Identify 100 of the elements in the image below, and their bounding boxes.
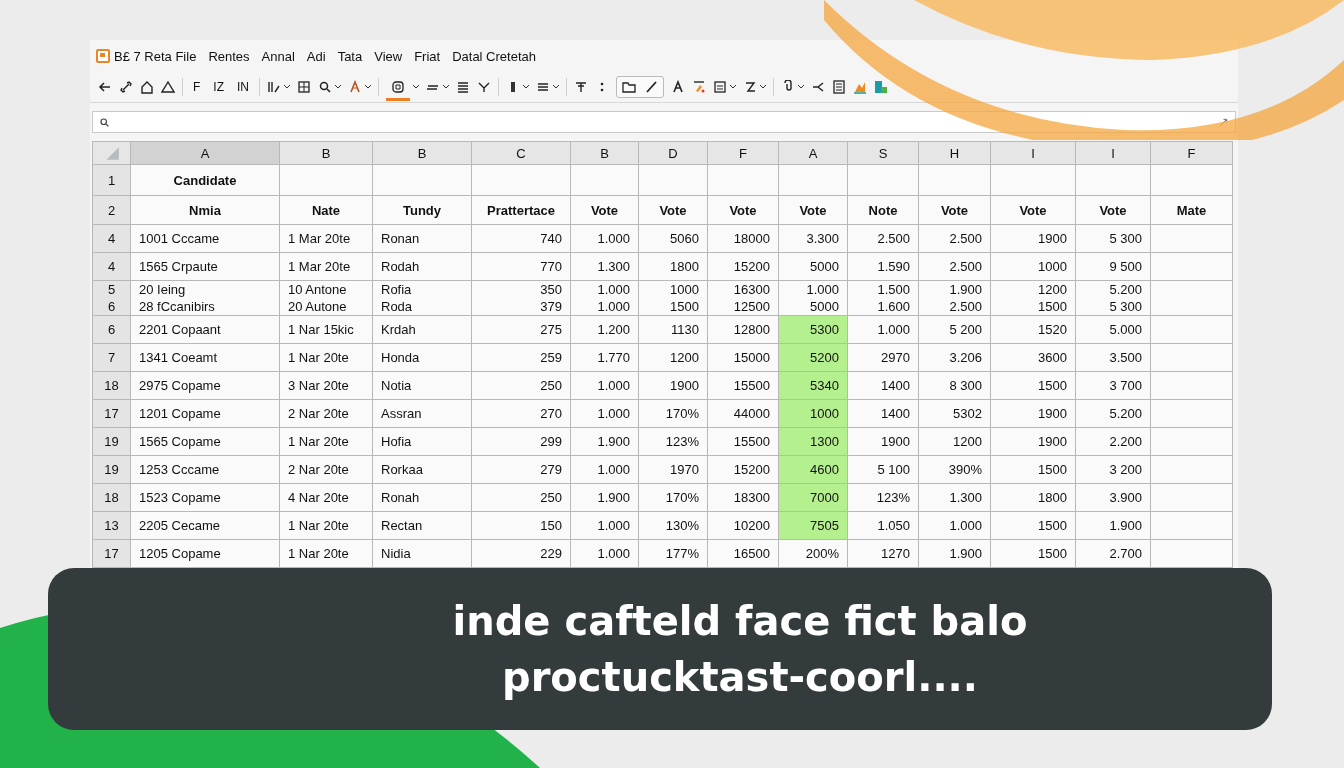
row-header[interactable]: 18 [92, 371, 131, 400]
highlight-icon[interactable] [692, 80, 706, 94]
back-arrow-icon[interactable] [98, 80, 112, 94]
table-cell: 5000 [778, 252, 848, 281]
table-cell: 5.200 [1075, 399, 1151, 428]
caret-icon[interactable] [760, 85, 766, 89]
table-cell: 1900 [638, 371, 708, 400]
table-cell: 350 379 [471, 280, 571, 316]
tool-group[interactable] [616, 76, 664, 98]
column-header[interactable]: C [471, 141, 571, 165]
column-header[interactable]: S [847, 141, 919, 165]
table-cell: 1.900 [918, 539, 991, 568]
toolbar-button[interactable]: IZ [210, 80, 227, 94]
row-header[interactable]: 17 [92, 539, 131, 568]
row-header[interactable]: 13 [92, 511, 131, 540]
caret-icon[interactable] [730, 85, 736, 89]
table-cell: 1001 Cccame [130, 224, 280, 253]
pen-icon[interactable] [644, 80, 658, 94]
column-header[interactable]: I [1075, 141, 1151, 165]
row-header[interactable]: 17 [92, 399, 131, 428]
row-header[interactable]: 7 [92, 343, 131, 372]
menu-item[interactable]: Friat [414, 48, 441, 64]
caret-icon[interactable] [553, 85, 559, 89]
caret-icon[interactable] [798, 85, 804, 89]
table-cell: 1.050 [847, 511, 919, 540]
warning-icon[interactable] [161, 80, 175, 94]
column-header[interactable]: B [279, 141, 373, 165]
row-header[interactable]: 4 [92, 252, 131, 281]
table-cell: 1.000 5000 [778, 280, 848, 316]
app-icon[interactable] [96, 49, 110, 63]
table-cell: Mate [1150, 195, 1233, 225]
table-cell: 2201 Copaant [130, 315, 280, 344]
row-header[interactable]: 4 [92, 224, 131, 253]
home-icon[interactable] [140, 80, 154, 94]
caret-icon[interactable] [365, 85, 371, 89]
clip-icon[interactable] [781, 80, 795, 94]
grid-icon[interactable] [297, 80, 311, 94]
caret-icon[interactable] [335, 85, 341, 89]
column-header[interactable]: H [918, 141, 991, 165]
share-icon[interactable] [811, 80, 825, 94]
folder-icon[interactable] [622, 80, 636, 94]
table-cell: 150 [471, 511, 571, 540]
border-icon[interactable] [713, 80, 727, 94]
table-cell: Nidia [372, 539, 472, 568]
table-cell: 3600 [990, 343, 1076, 372]
caret-icon[interactable] [413, 85, 419, 89]
caret-icon[interactable] [284, 85, 290, 89]
column-header[interactable]: D [638, 141, 708, 165]
text-icon[interactable] [671, 80, 685, 94]
table-cell: 5302 [918, 399, 991, 428]
table-cell: 279 [471, 455, 571, 484]
menu-item[interactable]: Rentes [208, 48, 250, 64]
row-header[interactable]: 5 6 [92, 280, 131, 316]
table-cell: 770 [471, 252, 571, 281]
column-header[interactable]: B [372, 141, 472, 165]
table-cell: 1 Nar 20te [279, 427, 373, 456]
table-cell: Prattertace [471, 195, 571, 225]
table-cell: 4600 [778, 455, 848, 484]
table-cell: 2.500 [918, 252, 991, 281]
table-cell: 1.000 [570, 399, 639, 428]
row-header[interactable]: 1 [92, 164, 131, 196]
table-cell: 9 500 [1075, 252, 1151, 281]
toolbar-button[interactable]: IN [234, 80, 252, 94]
table-cell: 1.590 [847, 252, 919, 281]
table-cell: 20 Ieing 28 fCcanibirs [130, 280, 280, 316]
table-cell: 18300 [707, 483, 779, 512]
align-icon[interactable] [456, 80, 470, 94]
table-cell: 5200 [778, 343, 848, 372]
table-cell: 170% [638, 399, 708, 428]
column-header[interactable]: F [707, 141, 779, 165]
menu-item[interactable]: Adi [306, 48, 326, 64]
table-cell: Vote [990, 195, 1076, 225]
table-cell: 5300 [778, 315, 848, 344]
table-cell: Ronah [372, 483, 472, 512]
row-header[interactable]: 18 [92, 483, 131, 512]
menu-item[interactable]: View [374, 48, 403, 64]
document-icon[interactable] [832, 80, 846, 94]
column-header[interactable]: I [990, 141, 1076, 165]
menu-item[interactable]: B£ 7 Reta File [114, 48, 197, 64]
row-header[interactable]: 6 [92, 315, 131, 344]
sheet-icon[interactable] [874, 80, 888, 94]
column-header[interactable]: F [1150, 141, 1233, 165]
caret-icon[interactable] [523, 85, 529, 89]
column-header[interactable]: B [570, 141, 639, 165]
fill-color-icon[interactable] [348, 80, 362, 94]
row-header[interactable]: 19 [92, 427, 131, 456]
toolbar-button[interactable]: F [190, 80, 204, 94]
menu-item[interactable]: Datal Cretetah [452, 48, 536, 64]
caret-icon[interactable] [443, 85, 449, 89]
menu-item[interactable]: Tata [337, 48, 363, 64]
format-icon[interactable] [391, 79, 405, 94]
row-header[interactable]: 2 [92, 195, 131, 225]
menu-item[interactable]: Annal [261, 48, 295, 64]
column-header[interactable]: A [130, 141, 280, 165]
table-cell: 15200 [707, 252, 779, 281]
table-cell: 1200 [638, 343, 708, 372]
align-icon[interactable] [536, 80, 550, 94]
column-header[interactable]: A [778, 141, 848, 165]
search-icon[interactable] [318, 80, 332, 94]
row-header[interactable]: 19 [92, 455, 131, 484]
